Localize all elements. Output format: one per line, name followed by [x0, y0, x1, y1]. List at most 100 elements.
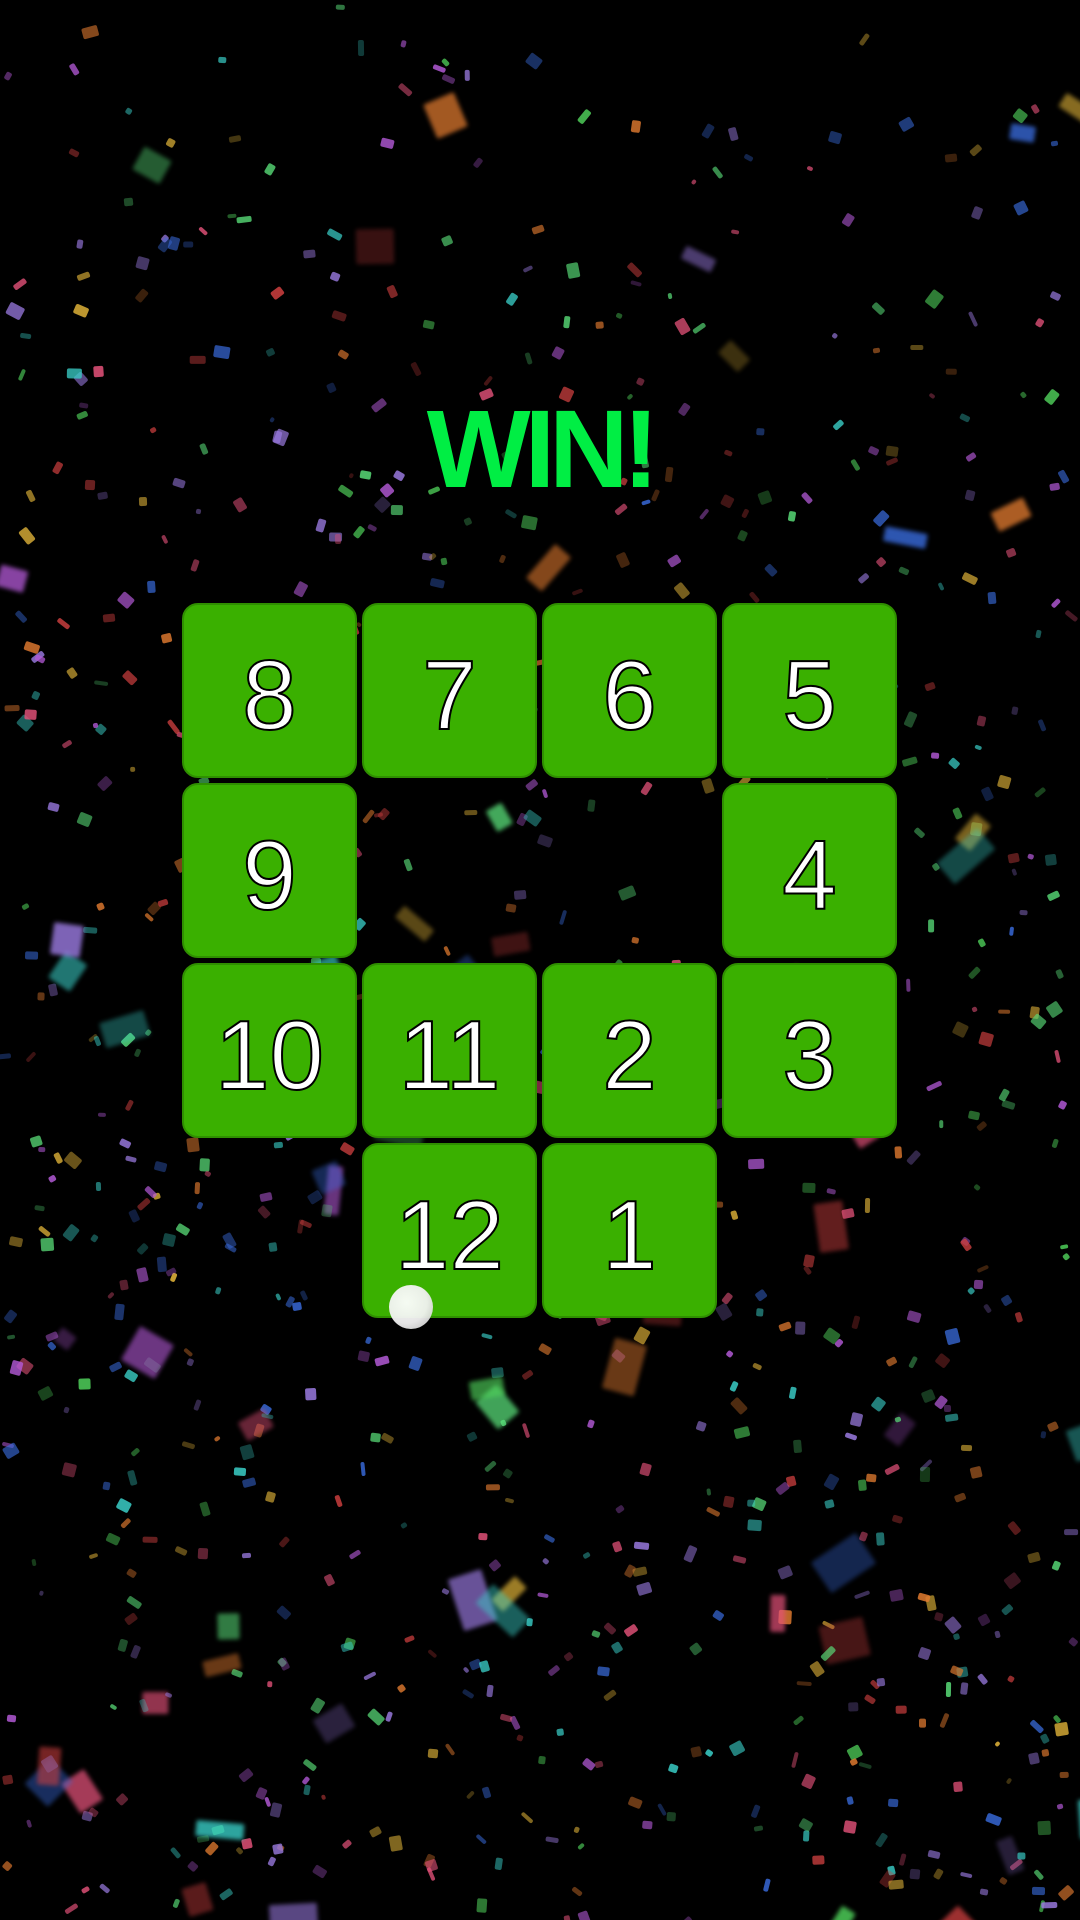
- confetti-piece: [1046, 1421, 1059, 1433]
- confetti-piece: [937, 582, 945, 592]
- confetti-piece: [47, 1173, 57, 1184]
- puzzle-tile[interactable]: 8: [182, 603, 357, 778]
- confetti-piece: [129, 1643, 142, 1659]
- confetti-piece: [142, 1537, 158, 1544]
- confetti-piece: [494, 1857, 504, 1871]
- confetti-piece: [526, 544, 572, 592]
- confetti-piece: [979, 1031, 995, 1047]
- confetti-piece: [615, 1504, 626, 1515]
- confetti-piece: [94, 679, 109, 686]
- confetti-piece: [515, 1733, 524, 1742]
- puzzle-tile[interactable]: 6: [542, 603, 717, 778]
- puzzle-tile[interactable]: 2: [542, 963, 717, 1138]
- confetti-piece: [1051, 1559, 1063, 1572]
- confetti-piece: [57, 617, 72, 630]
- confetti-piece: [602, 1621, 617, 1636]
- confetti-piece: [374, 1354, 391, 1367]
- puzzle-tile[interactable]: 9: [182, 783, 357, 958]
- confetti-piece: [530, 223, 545, 235]
- confetti-piece: [753, 1824, 764, 1832]
- confetti-piece: [641, 1820, 653, 1830]
- confetti-piece: [1000, 1294, 1014, 1308]
- confetti-piece: [924, 289, 945, 310]
- confetti-piece: [9, 1235, 24, 1248]
- confetti-piece: [50, 921, 85, 957]
- confetti-piece: [906, 1310, 922, 1324]
- confetti-piece: [976, 1264, 990, 1274]
- confetti-piece: [931, 1905, 987, 1920]
- confetti-piece: [369, 1432, 381, 1443]
- puzzle-tile[interactable]: 3: [722, 963, 897, 1138]
- puzzle-tile[interactable]: 10: [182, 963, 357, 1138]
- confetti-piece: [1007, 1674, 1016, 1683]
- confetti-piece: [95, 1181, 101, 1191]
- confetti-piece: [740, 508, 750, 519]
- puzzle-tile[interactable]: 4: [722, 783, 897, 958]
- confetti-piece: [186, 1358, 195, 1367]
- confetti-piece: [1034, 317, 1045, 329]
- confetti-piece: [635, 376, 646, 387]
- puzzle-tile[interactable]: 5: [722, 603, 897, 778]
- confetti-piece: [885, 1356, 897, 1368]
- confetti-piece: [320, 1794, 327, 1801]
- confetti-piece: [157, 898, 169, 907]
- confetti-piece: [166, 719, 180, 735]
- puzzle-tile[interactable]: 11: [362, 963, 537, 1138]
- confetti-piece: [928, 919, 935, 933]
- confetti-piece: [594, 1759, 605, 1769]
- puzzle-tile[interactable]: 1: [542, 1143, 717, 1318]
- confetti-piece: [887, 1798, 899, 1808]
- confetti-piece: [1011, 706, 1019, 716]
- confetti-piece: [586, 1418, 596, 1428]
- confetti-piece: [218, 1888, 234, 1902]
- confetti-piece: [797, 1817, 814, 1833]
- confetti-piece: [212, 345, 231, 360]
- confetti-piece: [999, 1876, 1009, 1885]
- confetti-piece: [858, 572, 870, 585]
- confetti-piece: [923, 681, 936, 692]
- confetti-piece: [920, 1388, 936, 1404]
- confetti-piece: [102, 613, 116, 623]
- confetti-piece: [824, 1499, 835, 1510]
- confetti-piece: [1055, 968, 1065, 980]
- confetti-piece: [615, 551, 631, 569]
- confetti-piece: [292, 580, 309, 599]
- confetti-piece: [865, 1473, 877, 1483]
- confetti-piece: [909, 344, 924, 351]
- confetti-piece: [33, 1205, 45, 1212]
- confetti-piece: [968, 1110, 981, 1121]
- confetti-piece: [125, 1567, 138, 1579]
- confetti-piece: [154, 1161, 168, 1174]
- confetti-piece: [1045, 889, 1061, 902]
- confetti-piece: [581, 1756, 596, 1771]
- confetti-piece: [323, 1573, 335, 1587]
- confetti-piece: [146, 580, 157, 594]
- confetti-piece: [189, 558, 200, 572]
- confetti-piece: [919, 1719, 927, 1728]
- confetti-piece: [909, 1868, 921, 1880]
- confetti-piece: [944, 153, 958, 162]
- confetti-piece: [135, 1242, 149, 1256]
- confetti-piece: [746, 1499, 755, 1507]
- confetti-piece: [711, 165, 724, 179]
- puzzle-tile[interactable]: 12: [362, 1143, 537, 1318]
- puzzle-tile[interactable]: 7: [362, 603, 537, 778]
- confetti-piece: [908, 1355, 918, 1369]
- confetti-piece: [563, 1651, 574, 1663]
- confetti-piece: [698, 508, 710, 521]
- confetti-piece: [240, 1838, 253, 1850]
- confetti-piece: [521, 515, 539, 531]
- confetti-piece: [116, 591, 136, 610]
- confetti-piece: [76, 271, 91, 282]
- confetti-piece: [688, 1641, 703, 1656]
- confetti-piece: [440, 58, 451, 68]
- confetti-piece: [524, 51, 544, 71]
- confetti-piece: [337, 348, 350, 360]
- confetti-piece: [359, 1461, 366, 1476]
- confetti-piece: [695, 1420, 707, 1432]
- confetti-piece: [187, 1860, 200, 1873]
- confetti-piece: [1033, 786, 1046, 798]
- confetti-piece: [903, 710, 919, 729]
- confetti-piece: [1027, 1552, 1042, 1565]
- confetti-piece: [25, 951, 39, 960]
